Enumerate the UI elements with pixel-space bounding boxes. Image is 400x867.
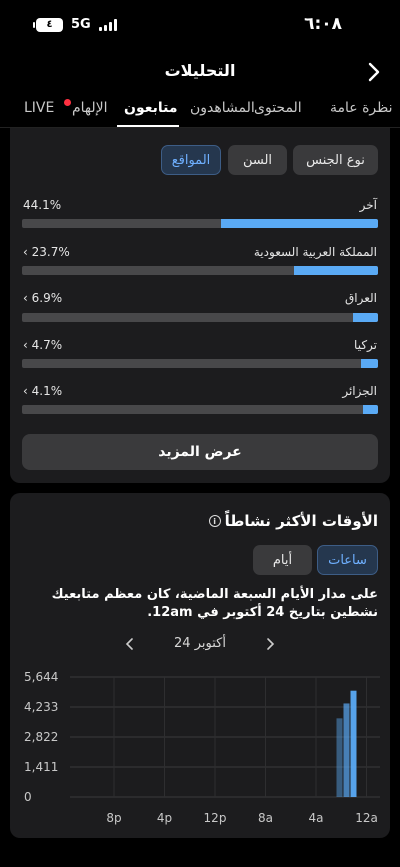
active-tab-indicator <box>117 125 179 127</box>
signal-icon <box>98 18 117 31</box>
filter-gender[interactable]: نوع الجنس <box>293 145 378 175</box>
y-tick-label: 5,644 <box>24 670 58 684</box>
filter-locations[interactable]: المواقع <box>161 145 221 175</box>
chevron-left-icon: ‹ <box>23 338 32 352</box>
y-tick-label: 1,411 <box>24 760 58 774</box>
live-dot <box>64 99 71 106</box>
location-bar <box>22 266 378 275</box>
info-icon[interactable]: i <box>208 515 221 527</box>
chevron-right-icon[interactable] <box>362 60 386 84</box>
location-name[interactable]: العراق <box>345 291 377 305</box>
tab-overview[interactable]: نظرة عامة <box>330 100 393 116</box>
location-name: آخر <box>359 198 377 212</box>
chart-bar <box>336 718 343 797</box>
chevron-right-icon[interactable] <box>262 636 278 652</box>
followers-location-card <box>10 128 390 483</box>
tab-inspiration[interactable]: الإلهام <box>72 100 108 116</box>
location-percent: 44.1% <box>23 198 62 212</box>
chart-bar <box>343 703 350 797</box>
x-tick-label: 12p <box>204 811 227 825</box>
x-tick-label: 4a <box>309 811 324 825</box>
show-more-button[interactable]: عرض المزيد <box>22 434 378 470</box>
location-bar <box>22 405 378 414</box>
tab-bar: نظرة عامة المحتوى المشاهدون متابعون الإل… <box>0 92 400 128</box>
chart-bar <box>350 690 357 797</box>
location-percent[interactable]: ‹ 4.1% <box>23 384 62 398</box>
location-name[interactable]: تركيا <box>354 338 377 352</box>
location-bar-fill <box>353 313 378 322</box>
y-tick-label: 4,233 <box>24 700 58 714</box>
battery-icon: ٤ <box>33 17 63 32</box>
location-name[interactable]: المملكة العربية السعودية <box>254 245 377 259</box>
segment-days[interactable]: أيام <box>253 545 312 575</box>
chevron-left-icon: ‹ <box>23 384 32 398</box>
active-times-chart: 5,644 4,233 2,822 1,411 0 8p 4p 12p 8a 4a 12a <box>24 670 380 825</box>
x-tick-label: 12a <box>355 811 378 825</box>
chevron-left-icon: ‹ <box>23 245 32 259</box>
active-times-title: الأوقات الأكثر نشاطاً i <box>208 512 378 530</box>
location-name[interactable]: الجزائر <box>342 384 377 398</box>
location-bar <box>22 313 378 322</box>
tab-live[interactable]: LIVE <box>24 100 54 116</box>
location-percent[interactable]: ‹ 23.7% <box>23 245 70 259</box>
active-times-description: على مدار الأيام السبعة الماضية، كان معظم… <box>51 587 378 620</box>
y-tick-label: 2,822 <box>24 730 58 744</box>
status-time: ٦:٠٨ <box>304 14 342 34</box>
x-tick-label: 4p <box>157 811 172 825</box>
y-tick-label: 0 <box>24 790 32 804</box>
x-tick-label: 8a <box>258 811 273 825</box>
network-type: 5G <box>71 17 91 32</box>
location-bar-fill <box>293 266 378 275</box>
location-bar-fill <box>363 405 378 414</box>
chevron-left-icon: ‹ <box>23 291 32 305</box>
x-tick-label: 8p <box>106 811 121 825</box>
app-header: التحليلات <box>0 52 400 92</box>
location-bar <box>22 219 378 228</box>
location-bar-fill <box>361 359 378 368</box>
filter-age[interactable]: السن <box>228 145 287 175</box>
tab-content[interactable]: المحتوى <box>254 100 302 116</box>
status-bar: ٤ 5G ٦:٠٨ <box>0 0 400 52</box>
tab-audience[interactable]: المشاهدون <box>190 100 255 116</box>
location-percent[interactable]: ‹ 4.7% <box>23 338 62 352</box>
date-navigator: 24 أكتوبر <box>0 634 400 654</box>
location-bar <box>22 359 378 368</box>
date-label: 24 أكتوبر <box>174 636 226 651</box>
tab-followers[interactable]: متابعون <box>124 100 178 116</box>
page-title: التحليلات <box>164 61 236 80</box>
segment-hours[interactable]: ساعات <box>317 545 378 575</box>
status-indicators: ٤ 5G <box>33 17 117 32</box>
location-bar-fill <box>221 219 378 228</box>
location-percent[interactable]: ‹ 6.9% <box>23 291 62 305</box>
